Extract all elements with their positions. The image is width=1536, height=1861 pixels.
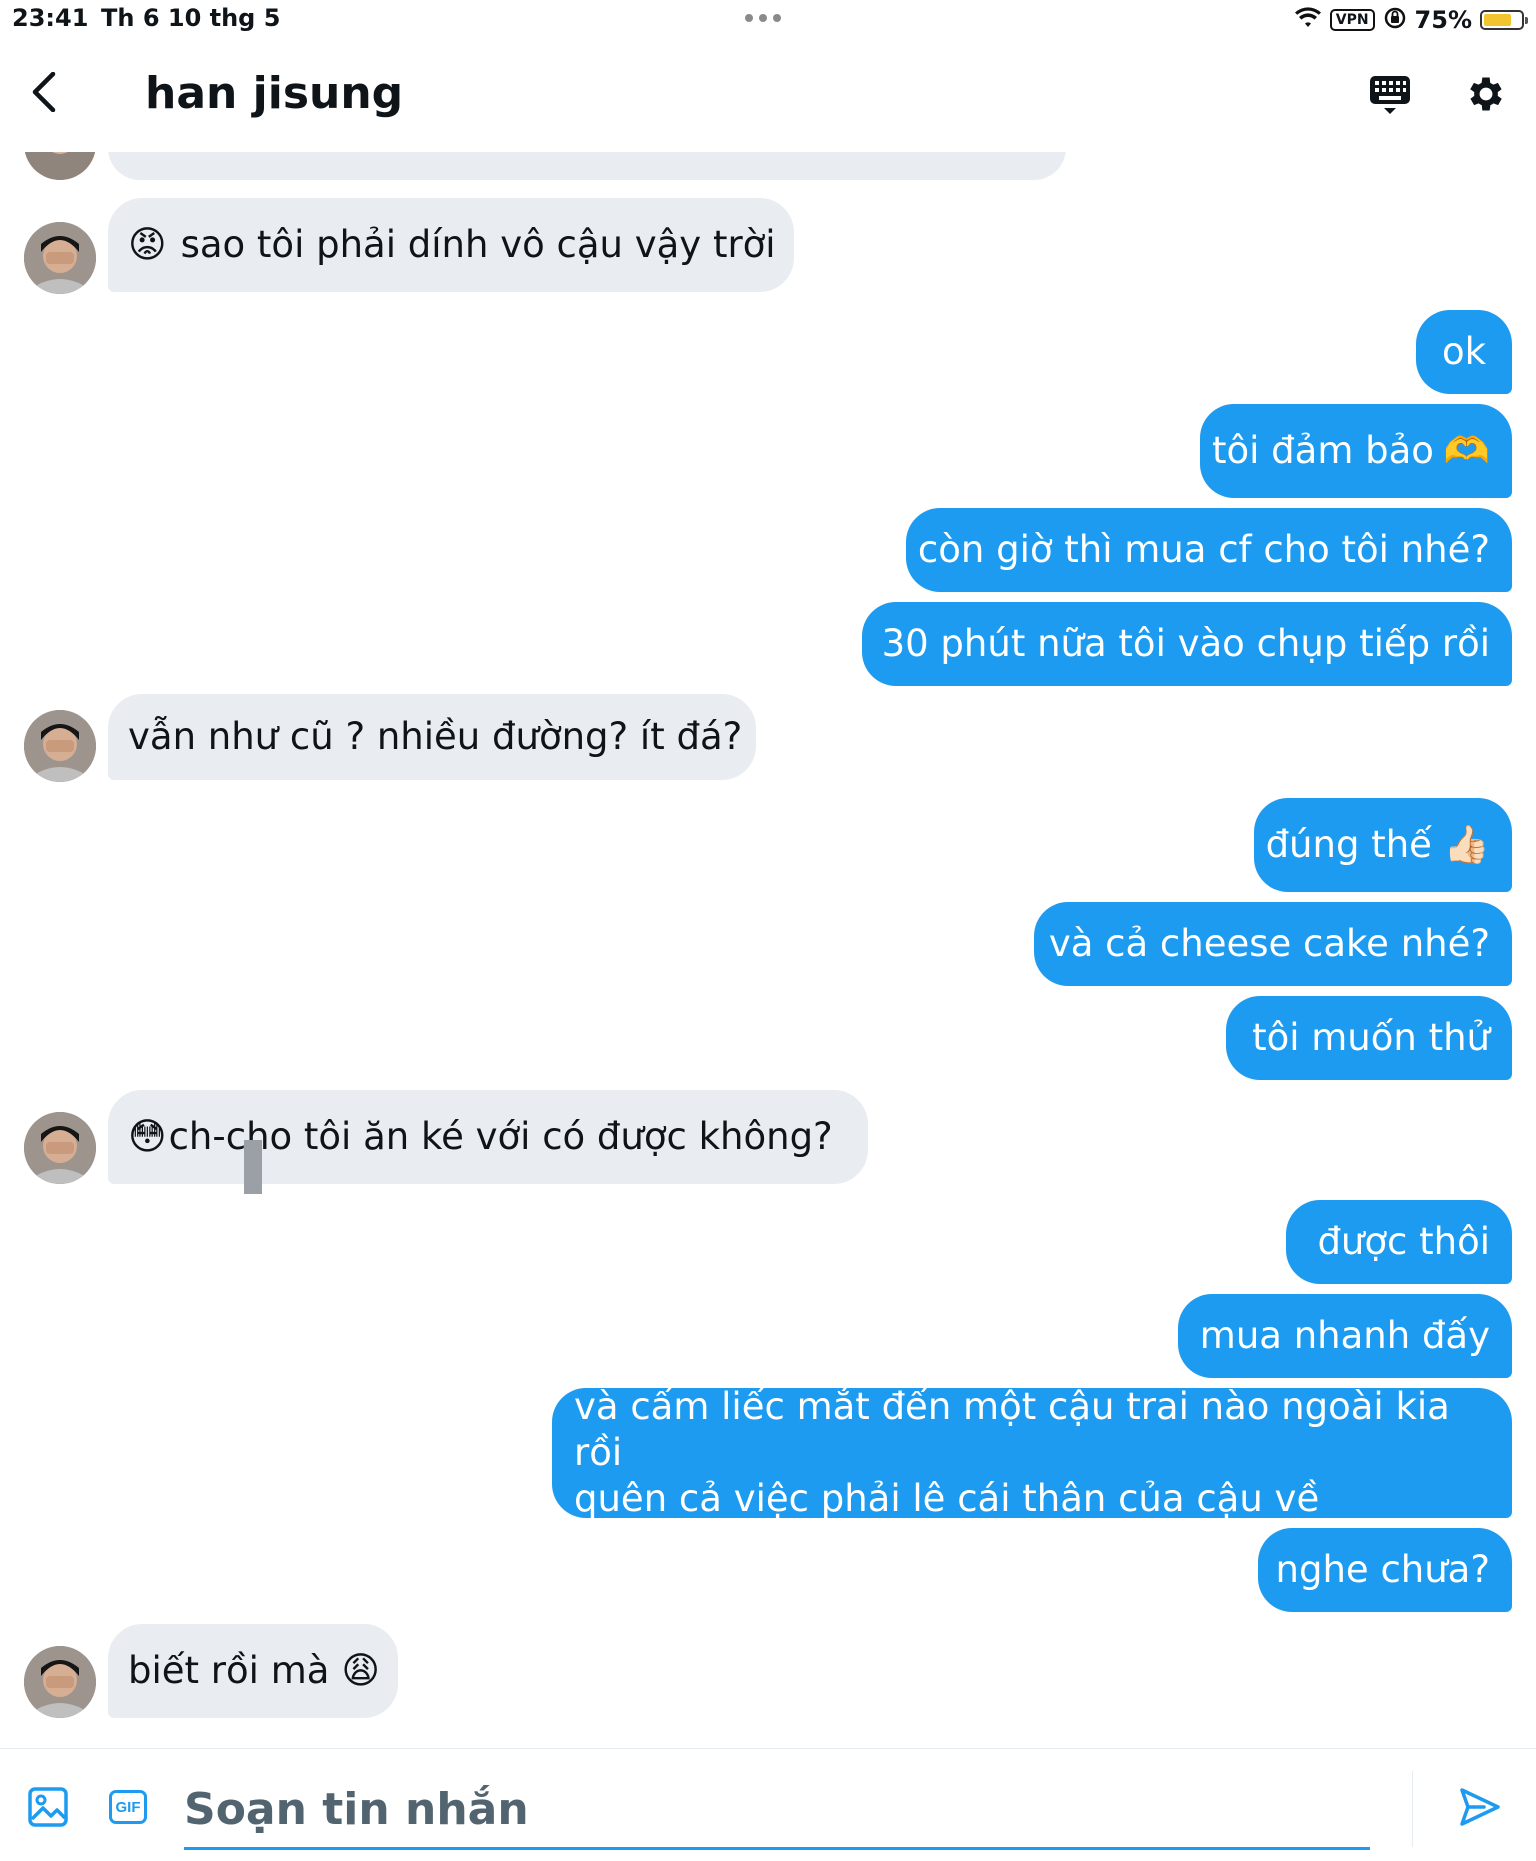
send-icon [1460,1788,1500,1826]
message-text: đúng thế [1265,823,1432,866]
angry-face-emoji: 😡 [128,223,167,266]
message-outgoing[interactable]: tôi muốn thử [1226,996,1512,1080]
conversation-list[interactable]: 😡 sao tôi phải dính vô cậu vậy trời ok t… [0,0,1536,1748]
message-incoming[interactable]: biết rồi mà 😩 [108,1624,398,1718]
message-outgoing[interactable]: đúng thế 👍🏻 [1254,798,1512,892]
flushed-face-emoji: 😳 [128,1115,167,1158]
message-outgoing[interactable]: ok [1416,310,1512,394]
message-outgoing[interactable]: nghe chưa? [1258,1528,1512,1612]
message-text-line-2: quên cả việc phải lê cái thân của cậu về [574,1477,1320,1520]
message-input[interactable] [184,1771,1370,1850]
avatar[interactable] [24,1112,96,1184]
message-outgoing[interactable]: và cả cheese cake nhé? [1034,902,1512,986]
message-text: biết rồi mà [128,1649,330,1692]
message-text: ch-cho tôi ăn ké với có được không? [168,1115,833,1158]
message-text: và cả cheese cake nhé? [1048,922,1490,965]
image-icon [28,1787,68,1827]
keyboard-icon [1370,76,1410,114]
text-cursor-marker [244,1140,262,1194]
message-text: vẫn như cũ ? nhiều đường? ít đá? [128,715,743,758]
avatar[interactable] [24,222,96,294]
message-text: mua nhanh đấy [1199,1314,1490,1357]
gear-icon [1470,77,1502,111]
avatar[interactable] [24,710,96,782]
message-incoming[interactable]: 😳 ch-cho tôi ăn ké với có được không? [108,1090,868,1184]
chevron-left-icon [32,72,56,112]
gif-button[interactable]: GIF [104,1783,152,1831]
message-outgoing[interactable]: 30 phút nữa tôi vào chụp tiếp rồi [862,602,1512,686]
message-text: nghe chưa? [1275,1548,1490,1591]
settings-button[interactable] [1462,70,1510,118]
message-text: tôi muốn thử [1252,1016,1490,1059]
heart-hands-emoji: 🫶 [1443,429,1490,472]
message-text: còn giờ thì mua cf cho tôi nhé? [917,528,1490,571]
message-text: sao tôi phải dính vô cậu vậy trời [180,223,776,266]
weary-face-emoji: 😩 [341,1649,380,1692]
message-text: được thôi [1317,1220,1490,1263]
back-button[interactable] [22,70,66,114]
thumbs-up-emoji: 👍🏻 [1443,823,1490,866]
message-outgoing[interactable]: và cấm liếc mắt đến một cậu trai nào ngo… [552,1385,1512,1520]
conversation-header: han jisung [0,40,1536,152]
send-button[interactable] [1456,1783,1504,1831]
keyboard-shortcuts-button[interactable] [1366,70,1414,118]
message-outgoing[interactable]: mua nhanh đấy [1178,1294,1512,1378]
message-incoming[interactable]: 😡 sao tôi phải dính vô cậu vậy trời [108,198,794,292]
page-title[interactable]: han jisung [145,68,403,119]
message-incoming[interactable]: vẫn như cũ ? nhiều đường? ít đá? [108,694,756,780]
message-composer: GIF [0,1748,1536,1861]
message-text: ok [1441,330,1487,373]
gif-icon: GIF [109,1790,147,1824]
message-outgoing[interactable]: tôi đảm bảo 🫶 [1200,404,1512,498]
message-text: 30 phút nữa tôi vào chụp tiếp rồi [881,622,1490,665]
message-outgoing[interactable]: còn giờ thì mua cf cho tôi nhé? [906,508,1512,592]
composer-divider [1412,1771,1413,1847]
message-outgoing[interactable]: được thôi [1286,1200,1512,1284]
message-text-line-1: và cấm liếc mắt đến một cậu trai nào ngo… [574,1385,1450,1474]
avatar[interactable] [24,1646,96,1718]
media-button[interactable] [24,1783,72,1831]
message-text: tôi đảm bảo [1211,429,1434,472]
